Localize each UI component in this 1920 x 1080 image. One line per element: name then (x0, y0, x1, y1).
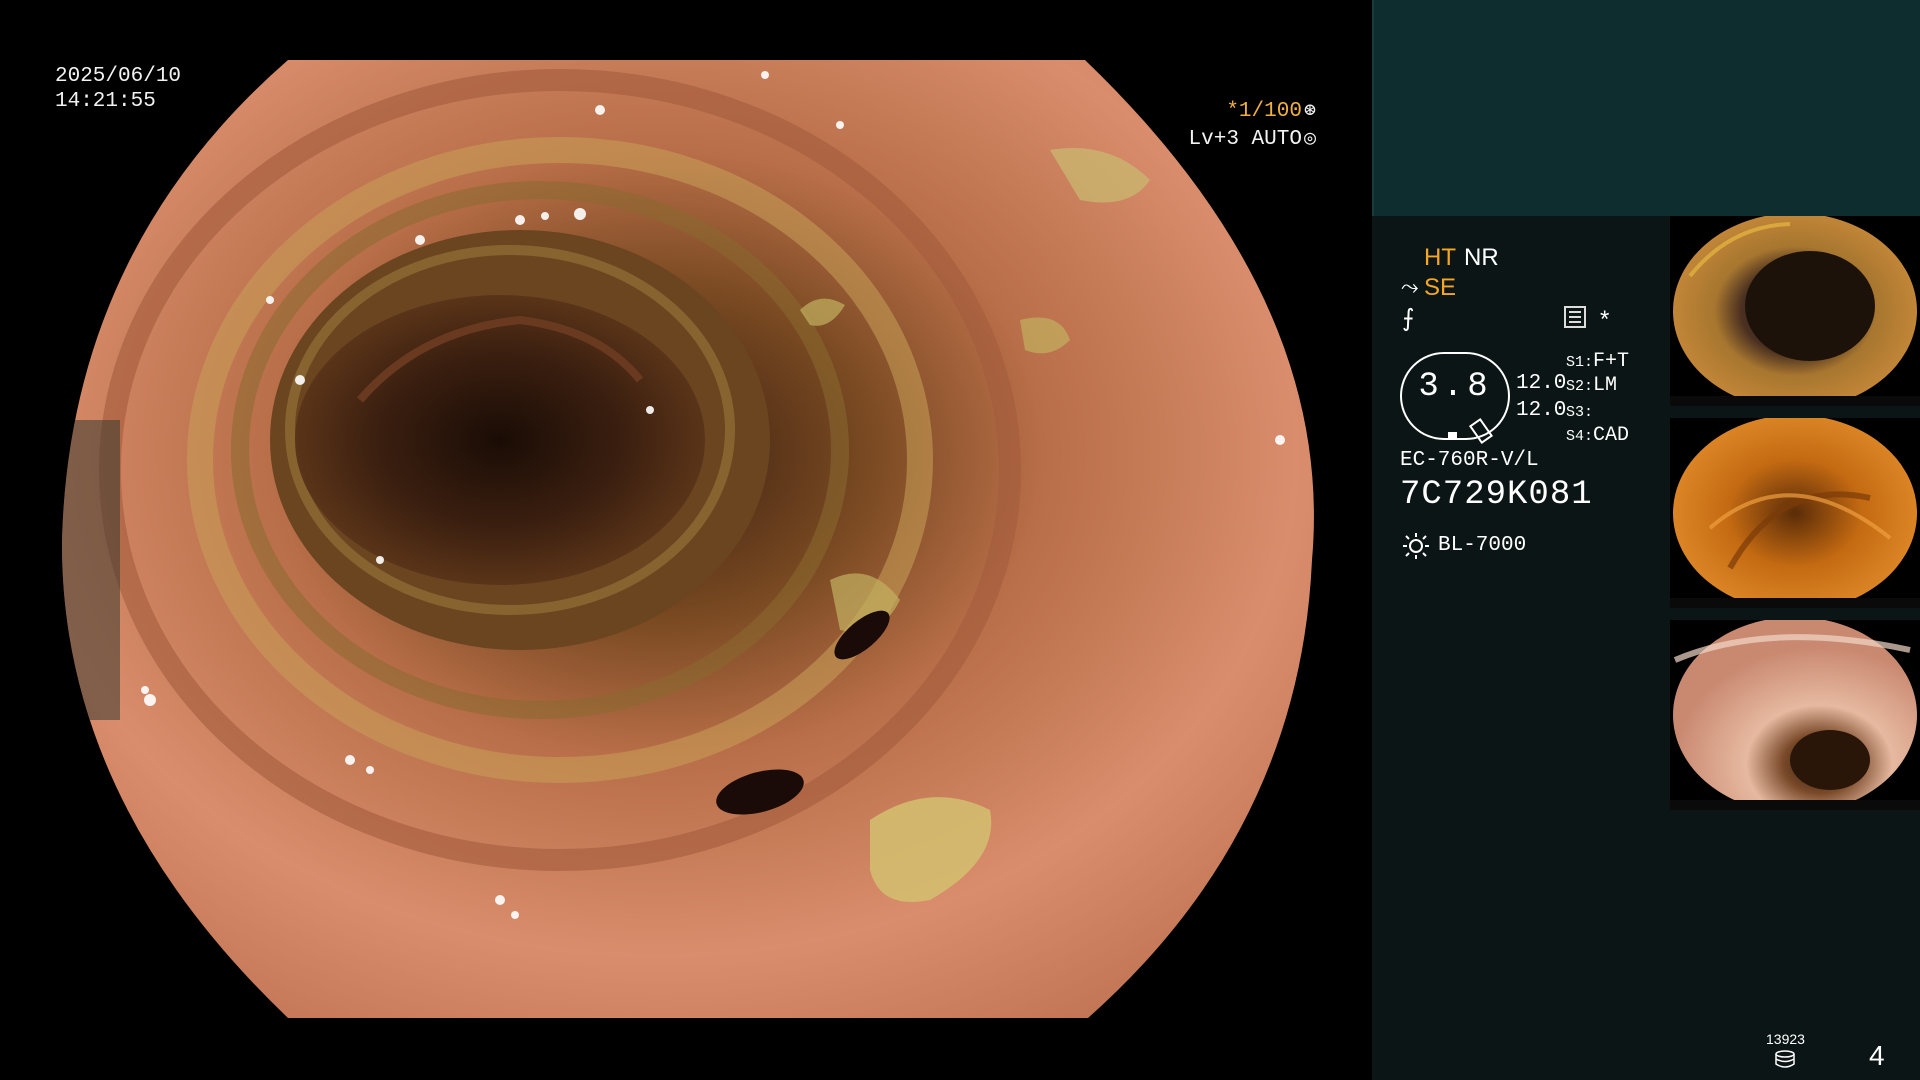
memo-icon (1564, 306, 1586, 328)
storage-icon (1775, 1050, 1795, 1068)
panel-header-area (1372, 0, 1920, 216)
switch-s3-key: S3: (1566, 404, 1594, 421)
iris-icon: ◎ (1303, 128, 1316, 151)
freeze-icon: ⨍ (1402, 305, 1415, 332)
zoom-value-1: 12.0 (1516, 372, 1567, 395)
capture-thumbnail-3[interactable] (1670, 620, 1920, 810)
shutter-readout: *1/100 ⊛ (1226, 98, 1316, 125)
switch-s4-value: CAD (1593, 424, 1630, 447)
zoom-marker-icon (1448, 432, 1457, 439)
capture-2-infobar (1670, 598, 1920, 608)
se-indicator: SE (1424, 274, 1457, 301)
capture-3-infobar (1670, 800, 1920, 810)
iris-value: Lv+3 AUTO (1188, 128, 1302, 151)
ht-indicator: HT (1424, 244, 1456, 271)
shutter-value: *1/100 (1226, 100, 1302, 123)
capture-thumbnail-1[interactable] (1670, 216, 1920, 406)
info-panel: HT NR ⤳ SE ⨍ * 3.8 12.0 12.0 S1:F+T S2:L… (1372, 0, 1920, 1080)
date-readout: 2025/06/10 (55, 65, 182, 88)
switch-s1-key: S1: (1566, 354, 1594, 371)
shutter-icon: ⊛ (1303, 100, 1316, 123)
switch-s4: S4:CAD (1566, 424, 1629, 447)
switch-s1-value: F+T (1593, 350, 1630, 373)
nr-indicator: NR (1464, 244, 1499, 271)
scope-model: EC-760R-V/L (1400, 449, 1539, 472)
switch-s2: S2:LM (1566, 374, 1617, 397)
light-source-label: BL-7000 (1438, 534, 1527, 557)
capture-1-image (1673, 216, 1917, 406)
zoom-ratio: 3.8 (1418, 368, 1492, 406)
switch-s2-value: LM (1593, 374, 1618, 397)
capture-1-infobar (1670, 396, 1920, 406)
capture-2-image (1673, 418, 1917, 608)
structure-enhance-icon: ⤳ (1401, 274, 1419, 299)
light-source-icon (1403, 533, 1429, 559)
image-count: 13923 (1766, 1031, 1805, 1047)
endoscope-view: 2025/06/10 14:21:55 *1/100 ⊛ Lv+3 AUTO ◎ (0, 0, 1372, 1080)
iris-readout: Lv+3 AUTO ◎ (1189, 126, 1316, 153)
switch-s3: S3: (1566, 400, 1593, 423)
star-indicator: * (1600, 306, 1610, 333)
scope-serial: 7C729K081 (1400, 476, 1593, 514)
endoscope-image (61, 60, 1314, 1018)
zoom-tab-icon (1468, 417, 1494, 445)
switch-s4-key: S4: (1566, 428, 1594, 445)
switch-s2-key: S2: (1566, 378, 1594, 395)
time-readout: 14:21:55 (55, 90, 156, 113)
capture-thumbnail-2[interactable] (1670, 418, 1920, 608)
capture-3-image (1673, 620, 1917, 810)
zoom-value-2: 12.0 (1516, 399, 1567, 422)
zoom-ratio-box: 3.8 (1400, 352, 1510, 445)
switch-s1: S1:F+T (1566, 350, 1629, 373)
page-number: 4 (1869, 1040, 1885, 1071)
